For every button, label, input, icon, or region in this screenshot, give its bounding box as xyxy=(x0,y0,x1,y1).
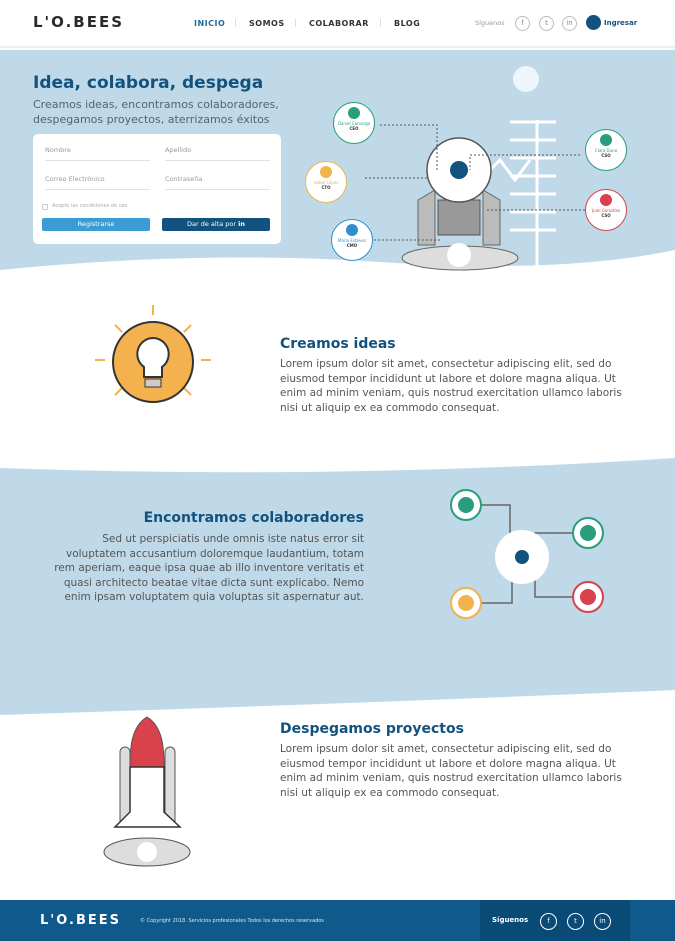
member-role: CSO xyxy=(601,153,611,158)
member-role: CTO xyxy=(321,185,331,190)
hero-title: Idea, colabora, despega xyxy=(33,73,264,93)
avatar xyxy=(346,224,358,236)
facebook-icon[interactable]: f xyxy=(515,16,530,31)
register-button[interactable]: Registrarse xyxy=(42,218,150,231)
terms-label: Acepto las condiciones de uso xyxy=(52,203,128,209)
login-link[interactable]: Ingresar xyxy=(604,19,637,27)
team-member-badge: Juan González CSO xyxy=(585,189,627,231)
footer: L'O.BEES © Copyright 2018. Servicios pro… xyxy=(0,900,675,941)
logo[interactable]: L'O.BEES xyxy=(33,13,124,31)
section-title-launch: Despegamos proyectos xyxy=(280,721,464,737)
team-member-badge: Clara Duno CSO xyxy=(585,129,627,171)
first-name-input[interactable]: Nombre xyxy=(45,146,150,161)
section-title-collaborators: Encontramos colaboradores xyxy=(143,510,364,526)
subtitle-line: Creamos ideas, encontramos colaboradores… xyxy=(33,98,279,111)
space-shuttle-illustration xyxy=(103,716,191,867)
divider: | xyxy=(234,18,237,27)
team-member-badge: Daniel Carvargo CEO xyxy=(333,102,375,144)
lightbulb-illustration xyxy=(95,305,211,403)
linkedin-icon[interactable]: in xyxy=(594,913,611,930)
facebook-icon[interactable]: f xyxy=(540,913,557,930)
avatar xyxy=(600,194,612,206)
divider: | xyxy=(294,18,297,27)
nav-inicio[interactable]: INICIO xyxy=(194,19,225,28)
divider: | xyxy=(379,18,382,27)
avatar xyxy=(348,107,360,119)
twitter-icon[interactable]: t xyxy=(567,913,584,930)
subtitle-line: despegamos proyectos, aterrizamos éxitos xyxy=(33,113,270,126)
nav-blog[interactable]: BLOG xyxy=(394,19,420,28)
linkedin-icon: in xyxy=(238,220,246,228)
last-name-input[interactable]: Apellido xyxy=(165,146,270,161)
member-role: CSO xyxy=(601,213,611,218)
network-illustration xyxy=(450,489,604,619)
password-input[interactable]: Contraseña xyxy=(165,175,270,190)
section-text-collaborators: Sed ut perspiciatis unde omnis iste natu… xyxy=(54,533,364,603)
copyright: © Copyright 2018. Servicios profesionale… xyxy=(140,918,324,924)
header: L'O.BEES INICIO | SOMOS | COLABORAR | BL… xyxy=(0,0,675,48)
footer-logo[interactable]: L'O.BEES xyxy=(40,913,121,928)
avatar xyxy=(320,166,332,178)
member-role: CEO xyxy=(349,126,359,131)
section-text-launch: Lorem ipsum dolor sit amet, consectetur … xyxy=(280,743,622,799)
nav-colaborar[interactable]: COLABORAR xyxy=(309,19,369,28)
terms-checkbox[interactable] xyxy=(42,204,48,210)
hero-subtitle: Creamos ideas, encontramos colaboradores… xyxy=(33,97,279,127)
twitter-icon[interactable]: t xyxy=(539,16,554,31)
footer-follow-label: Síguenos xyxy=(492,916,529,924)
team-member-badge: María Estévez CMO xyxy=(331,219,373,261)
member-role: CMO xyxy=(346,243,358,248)
section-title-ideas: Creamos ideas xyxy=(280,336,396,352)
footer-social: Síguenos f t in xyxy=(480,900,630,941)
section-text-ideas: Lorem ipsum dolor sit amet, consectetur … xyxy=(280,358,622,414)
linkedin-button-label: Dar de alta por xyxy=(186,220,237,228)
avatar xyxy=(600,134,612,146)
email-input[interactable]: Correo Electrónico xyxy=(45,175,150,190)
team-member-badge: Isabel López CTO xyxy=(305,161,347,203)
user-icon[interactable] xyxy=(586,15,601,30)
nav-somos[interactable]: SOMOS xyxy=(249,19,285,28)
signup-form: Nombre Apellido Correo Electrónico Contr… xyxy=(33,134,281,244)
follow-label: Síguenos xyxy=(475,19,505,27)
linkedin-icon[interactable]: in xyxy=(562,16,577,31)
linkedin-signup-button[interactable]: Dar de alta por in xyxy=(162,218,270,231)
